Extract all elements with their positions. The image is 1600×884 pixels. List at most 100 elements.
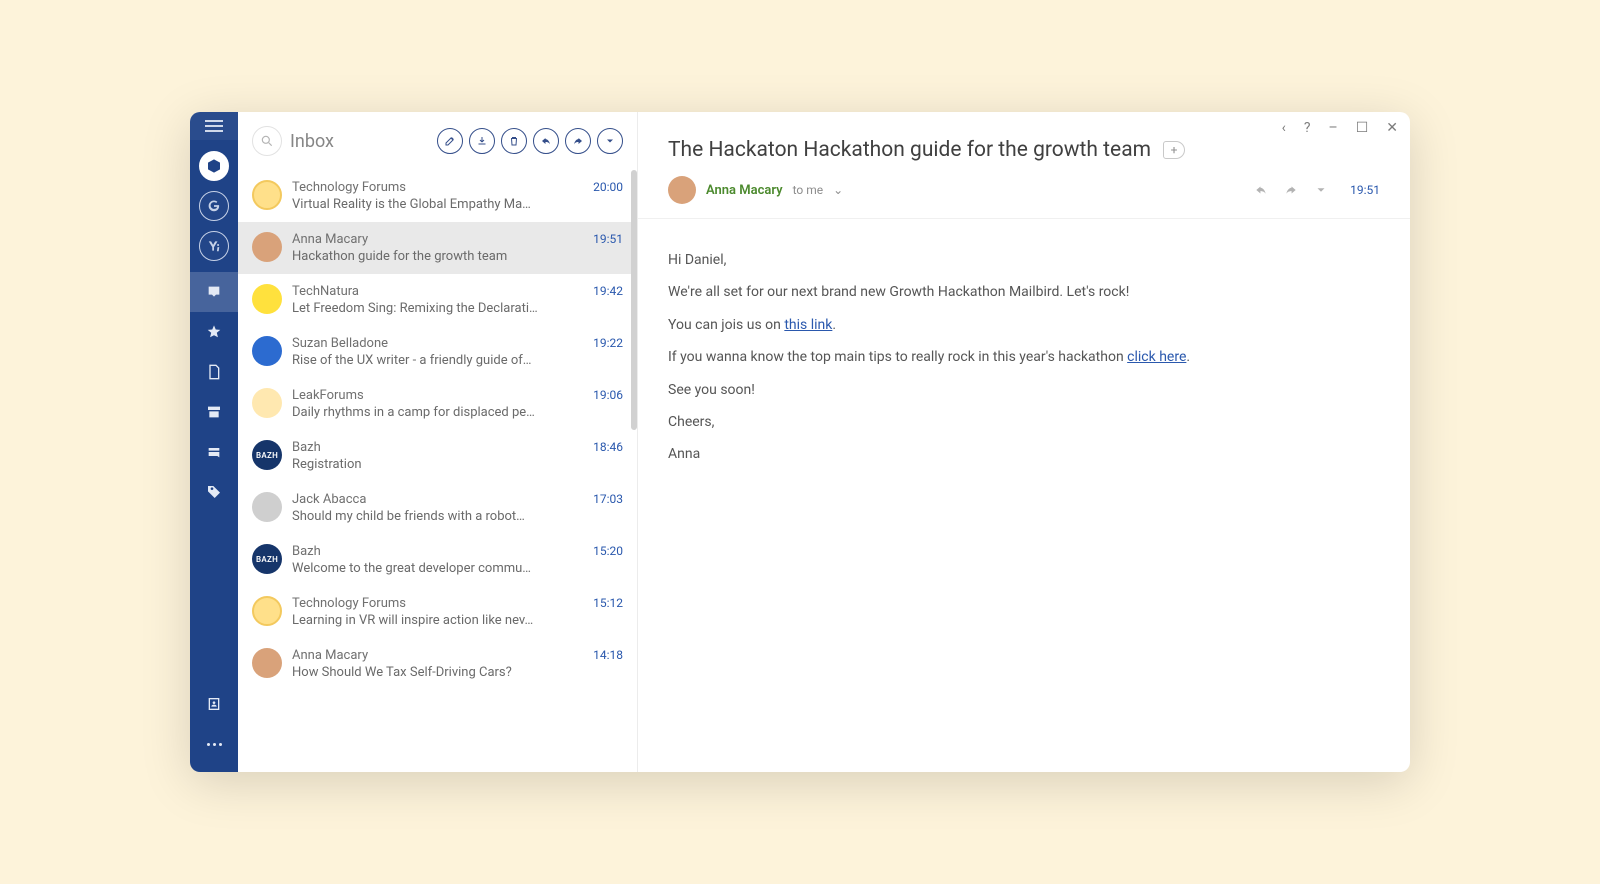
- message-subject: Welcome to the great developer commu…: [292, 561, 602, 576]
- nav-tags[interactable]: [190, 472, 238, 512]
- maximize-button[interactable]: ☐: [1356, 120, 1369, 136]
- nav-contacts[interactable]: [190, 684, 238, 724]
- body-line: We're all set for our next brand new Gro…: [668, 281, 1380, 303]
- reply-icon[interactable]: [1254, 183, 1268, 197]
- body-line: If you wanna know the top main tips to r…: [668, 346, 1380, 368]
- account-all[interactable]: [199, 151, 229, 181]
- sender-avatar: [668, 176, 696, 204]
- nav-inbox[interactable]: [190, 272, 238, 312]
- search-button[interactable]: [252, 126, 282, 156]
- list-header: Inbox: [238, 112, 637, 170]
- message-sender: Bazh: [292, 544, 321, 559]
- message-list-pane: Inbox: [238, 112, 638, 772]
- message-time: 17:03: [593, 492, 623, 506]
- message-sender: Anna Macary: [292, 648, 368, 663]
- message-row[interactable]: Jack Abacca 17:03 Should my child be frien…: [238, 482, 637, 534]
- scrollbar[interactable]: [631, 170, 637, 430]
- hamburger-menu[interactable]: [190, 112, 238, 140]
- window-controls: ‹ ? – ☐ ✕: [1282, 120, 1398, 136]
- ellipsis-icon: [207, 743, 222, 746]
- message-subject: Learning in VR will inspire action like …: [292, 613, 602, 628]
- archive-button[interactable]: [469, 128, 495, 154]
- body-line: See you soon!: [668, 379, 1380, 401]
- avatar: [252, 596, 282, 626]
- minimize-button[interactable]: –: [1329, 120, 1338, 136]
- message-sender: LeakForums: [292, 388, 364, 403]
- message-row[interactable]: BAZH Bazh 15:20 Welcome to the great develo…: [238, 534, 637, 586]
- body-link-tips[interactable]: click here: [1127, 349, 1186, 365]
- avatar: BAZH: [252, 440, 282, 470]
- message-row[interactable]: BAZH Bazh 18:46 Registration: [238, 430, 637, 482]
- message-subject: Virtual Reality is the Global Empathy Ma…: [292, 197, 602, 212]
- message-sender: Anna Macary: [292, 232, 368, 247]
- message-time: 20:00: [593, 180, 623, 194]
- message-row[interactable]: LeakForums 19:06 Daily rhythms in a camp f…: [238, 378, 637, 430]
- reply-button[interactable]: [533, 128, 559, 154]
- message-row[interactable]: Technology Forums 20:00 Virtual Reality is…: [238, 170, 637, 222]
- message-subject: Rise of the UX writer - a friendly guide…: [292, 353, 602, 368]
- expand-recipients-icon[interactable]: ⌄: [833, 183, 843, 197]
- body-line: Hi Daniel,: [668, 249, 1380, 271]
- help-button[interactable]: ?: [1304, 120, 1311, 136]
- message-sender: Bazh: [292, 440, 321, 455]
- message-time: 18:46: [593, 440, 623, 454]
- message-time: 19:42: [593, 284, 623, 298]
- forward-icon[interactable]: [1284, 183, 1298, 197]
- body-line: Anna: [668, 443, 1380, 465]
- avatar: BAZH: [252, 544, 282, 574]
- body-line: Cheers,: [668, 411, 1380, 433]
- message-time: 19:22: [593, 336, 623, 350]
- avatar: [252, 180, 282, 210]
- message-row[interactable]: Anna Macary 14:18 How Should We Tax Self-D…: [238, 638, 637, 690]
- message-row[interactable]: Technology Forums15:12Learning in VR wil…: [238, 586, 637, 638]
- account-yahoo[interactable]: [199, 231, 229, 261]
- message-subject: How Should We Tax Self-Driving Cars?: [292, 665, 602, 680]
- sender-name: Anna Macary: [706, 183, 783, 198]
- more-icon[interactable]: [1314, 183, 1328, 197]
- add-tag-button[interactable]: +: [1163, 141, 1185, 159]
- app-window: Inbox: [190, 112, 1410, 772]
- compose-button[interactable]: [437, 128, 463, 154]
- message-time: 14:18: [593, 648, 623, 662]
- mail-body: Hi Daniel, We're all set for our next br…: [638, 219, 1410, 496]
- nav-archive[interactable]: [190, 392, 238, 432]
- avatar: [252, 336, 282, 366]
- message-sender: TechNatura: [292, 284, 359, 299]
- message-subject: Let Freedom Sing: Remixing the Declarati…: [292, 301, 602, 316]
- forward-button[interactable]: [565, 128, 591, 154]
- avatar: [252, 492, 282, 522]
- message-subject: Daily rhythms in a camp for displaced pe…: [292, 405, 602, 420]
- avatar: [252, 388, 282, 418]
- message-sender: Technology Forums: [292, 180, 406, 195]
- message-sender: Technology Forums: [292, 596, 406, 611]
- body-link-join[interactable]: this link: [784, 317, 832, 333]
- message-subject: Hackathon guide for the growth team: [292, 249, 602, 264]
- message-row[interactable]: TechNatura 19:42 Let Freedom Sing: Remixin…: [238, 274, 637, 326]
- avatar: [252, 232, 282, 262]
- nav-more[interactable]: [190, 724, 238, 764]
- body-line: You can jois us on this link.: [668, 314, 1380, 336]
- message-subject: Registration: [292, 457, 602, 472]
- message-row[interactable]: Suzan Belladone19:22Rise of the UX write…: [238, 326, 637, 378]
- nav-drafts[interactable]: [190, 352, 238, 392]
- folder-title: Inbox: [290, 131, 334, 152]
- message-list[interactable]: Technology Forums 20:00 Virtual Reality is…: [238, 170, 637, 772]
- nav-starred[interactable]: [190, 312, 238, 352]
- sidebar: [190, 112, 238, 772]
- mail-time: 19:51: [1350, 183, 1380, 197]
- message-subject: Should my child be friends with a robot…: [292, 509, 602, 524]
- more-button[interactable]: [597, 128, 623, 154]
- message-sender: Jack Abacca: [292, 492, 366, 507]
- delete-button[interactable]: [501, 128, 527, 154]
- message-time: 19:06: [593, 388, 623, 402]
- nav-sent[interactable]: [190, 432, 238, 472]
- avatar: [252, 648, 282, 678]
- account-google[interactable]: [199, 191, 229, 221]
- reading-pane: ‹ ? – ☐ ✕ The Hackaton Hackathon guide f…: [638, 112, 1410, 772]
- message-time: 15:20: [593, 544, 623, 558]
- avatar: [252, 284, 282, 314]
- back-button[interactable]: ‹: [1282, 120, 1286, 136]
- mail-meta: Anna Macary to me ⌄ 19:51: [638, 176, 1410, 219]
- message-row[interactable]: Anna Macary19:51Hackathon guide for the …: [238, 222, 637, 274]
- close-button[interactable]: ✕: [1386, 120, 1398, 136]
